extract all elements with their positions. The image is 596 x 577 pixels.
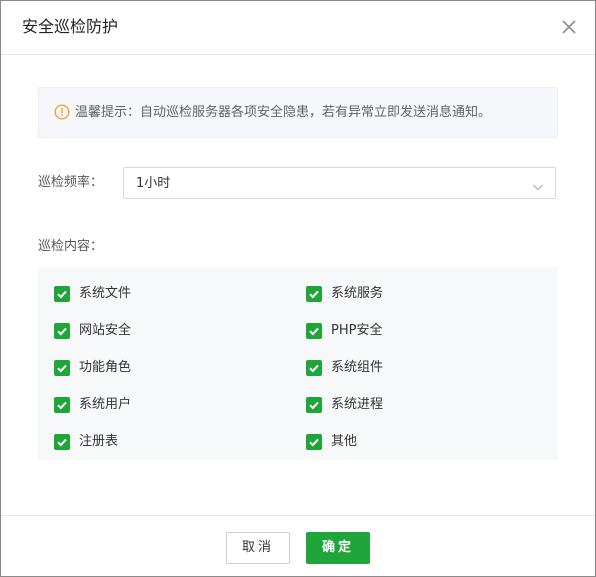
checkbox-label: 系统组件 bbox=[331, 360, 384, 375]
tip-alert: 温馨提示：自动巡检服务器各项安全隐患，若有异常立即发送消息通知。 bbox=[38, 87, 558, 138]
checkbox-checked-icon bbox=[306, 360, 322, 376]
checkbox-label: 注册表 bbox=[79, 434, 119, 449]
checkbox-system-components[interactable]: 系统组件 bbox=[306, 358, 383, 378]
tip-text: 温馨提示：自动巡检服务器各项安全隐患，若有异常立即发送消息通知。 bbox=[75, 105, 492, 120]
checkbox-checked-icon bbox=[54, 323, 70, 339]
checkbox-website-security[interactable]: 网站安全 bbox=[54, 321, 131, 341]
checkbox-label: 系统用户 bbox=[79, 397, 132, 412]
dialog-title: 安全巡检防护 bbox=[22, 17, 119, 36]
checkbox-system-processes[interactable]: 系统进程 bbox=[306, 395, 383, 415]
checkbox-label: 其他 bbox=[331, 434, 358, 449]
checkbox-label: 系统进程 bbox=[331, 397, 384, 412]
security-patrol-dialog: 安全巡检防护 温馨提示：自动巡检服务器各项安全隐患，若有异常立即发送消息通知。 … bbox=[0, 0, 596, 577]
checkbox-other[interactable]: 其他 bbox=[306, 432, 357, 452]
frequency-select[interactable]: 1小时 bbox=[123, 167, 556, 199]
dialog-header: 安全巡检防护 bbox=[1, 1, 595, 55]
checkbox-checked-icon bbox=[54, 434, 70, 450]
checkbox-system-services[interactable]: 系统服务 bbox=[306, 284, 383, 304]
checkbox-label: 系统文件 bbox=[79, 286, 132, 301]
checkbox-checked-icon bbox=[306, 434, 322, 450]
checkbox-registry[interactable]: 注册表 bbox=[54, 432, 118, 452]
chevron-down-icon bbox=[532, 178, 544, 191]
checkbox-system-users[interactable]: 系统用户 bbox=[54, 395, 131, 415]
checkbox-label: 网站安全 bbox=[79, 323, 132, 338]
checkbox-checked-icon bbox=[306, 286, 322, 302]
checkbox-label: PHP安全 bbox=[331, 323, 383, 338]
checkbox-checked-icon bbox=[54, 397, 70, 413]
warning-circle-icon bbox=[54, 104, 70, 120]
content-checklist: 系统文件 系统服务 网站安全 PHP安全 功能角色 系统组件 系统用户 系统进程… bbox=[38, 267, 558, 460]
close-icon[interactable] bbox=[561, 19, 577, 35]
checkbox-checked-icon bbox=[306, 397, 322, 413]
checkbox-php-security[interactable]: PHP安全 bbox=[306, 321, 382, 341]
confirm-button[interactable]: 确定 bbox=[306, 532, 370, 564]
frequency-label: 巡检频率： bbox=[38, 175, 104, 190]
checkbox-checked-icon bbox=[54, 360, 70, 376]
checkbox-system-files[interactable]: 系统文件 bbox=[54, 284, 131, 304]
checkbox-feature-roles[interactable]: 功能角色 bbox=[54, 358, 131, 378]
checkbox-label: 功能角色 bbox=[79, 360, 132, 375]
frequency-selected-value: 1小时 bbox=[136, 176, 171, 191]
content-label: 巡检内容： bbox=[38, 239, 104, 254]
checkbox-label: 系统服务 bbox=[331, 286, 384, 301]
cancel-button[interactable]: 取消 bbox=[226, 532, 290, 564]
checkbox-checked-icon bbox=[54, 286, 70, 302]
dialog-footer: 取消 确定 bbox=[1, 515, 595, 576]
checkbox-checked-icon bbox=[306, 323, 322, 339]
